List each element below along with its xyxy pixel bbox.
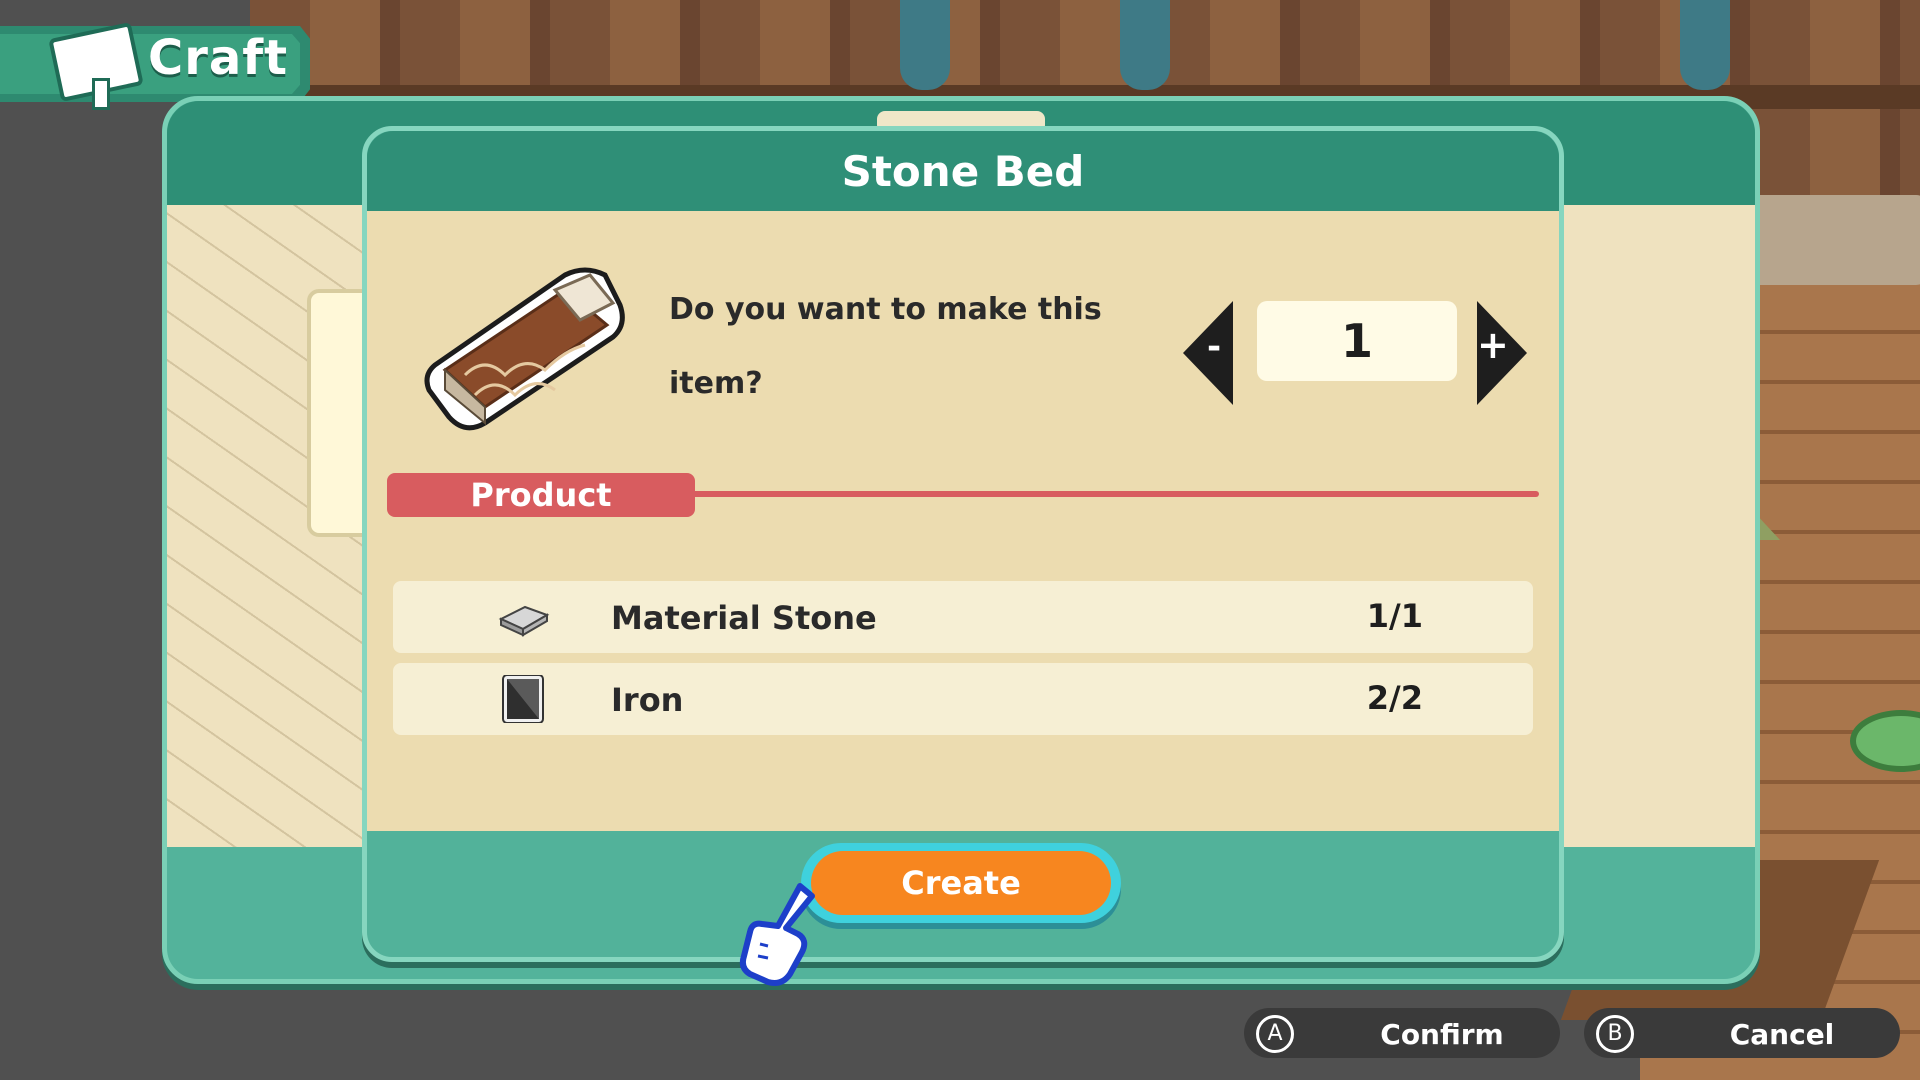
iron-ingot-icon bbox=[502, 675, 544, 723]
craft-confirm-dialog: Stone Bed Do you want to make this item?… bbox=[362, 126, 1564, 962]
pointer-hand-icon bbox=[739, 883, 815, 986]
confirm-prompt[interactable]: A Confirm bbox=[1244, 1008, 1560, 1058]
material-count: 2/2 bbox=[1366, 679, 1423, 717]
plus-icon: + bbox=[1477, 323, 1509, 367]
item-title: Stone Bed bbox=[841, 147, 1085, 196]
confirm-question: Do you want to make this item? bbox=[669, 292, 1102, 401]
hanging-lamp bbox=[1680, 0, 1730, 90]
cancel-label: Cancel bbox=[1729, 1018, 1835, 1051]
material-row: Iron 2/2 bbox=[393, 663, 1533, 735]
hanging-lamp bbox=[900, 0, 950, 90]
create-button-label: Create bbox=[811, 851, 1111, 915]
hanging-lamp bbox=[1120, 0, 1170, 90]
confirm-label: Confirm bbox=[1380, 1018, 1504, 1051]
stone-slab-icon bbox=[498, 605, 550, 637]
material-count: 1/1 bbox=[1366, 597, 1423, 635]
product-section-label: Product bbox=[387, 473, 695, 517]
minus-icon: - bbox=[1207, 327, 1222, 367]
b-button-icon: B bbox=[1596, 1015, 1634, 1053]
material-name: Iron bbox=[611, 681, 684, 719]
material-name: Material Stone bbox=[611, 599, 877, 637]
create-button[interactable]: Create bbox=[801, 843, 1121, 923]
material-row: Material Stone 1/1 bbox=[393, 581, 1533, 653]
a-button-icon: A bbox=[1256, 1015, 1294, 1053]
cancel-prompt[interactable]: B Cancel bbox=[1584, 1008, 1900, 1058]
stone-bed-icon bbox=[424, 267, 625, 431]
screen-title: Craft bbox=[148, 30, 289, 86]
quantity-value[interactable]: 1 bbox=[1257, 301, 1457, 381]
